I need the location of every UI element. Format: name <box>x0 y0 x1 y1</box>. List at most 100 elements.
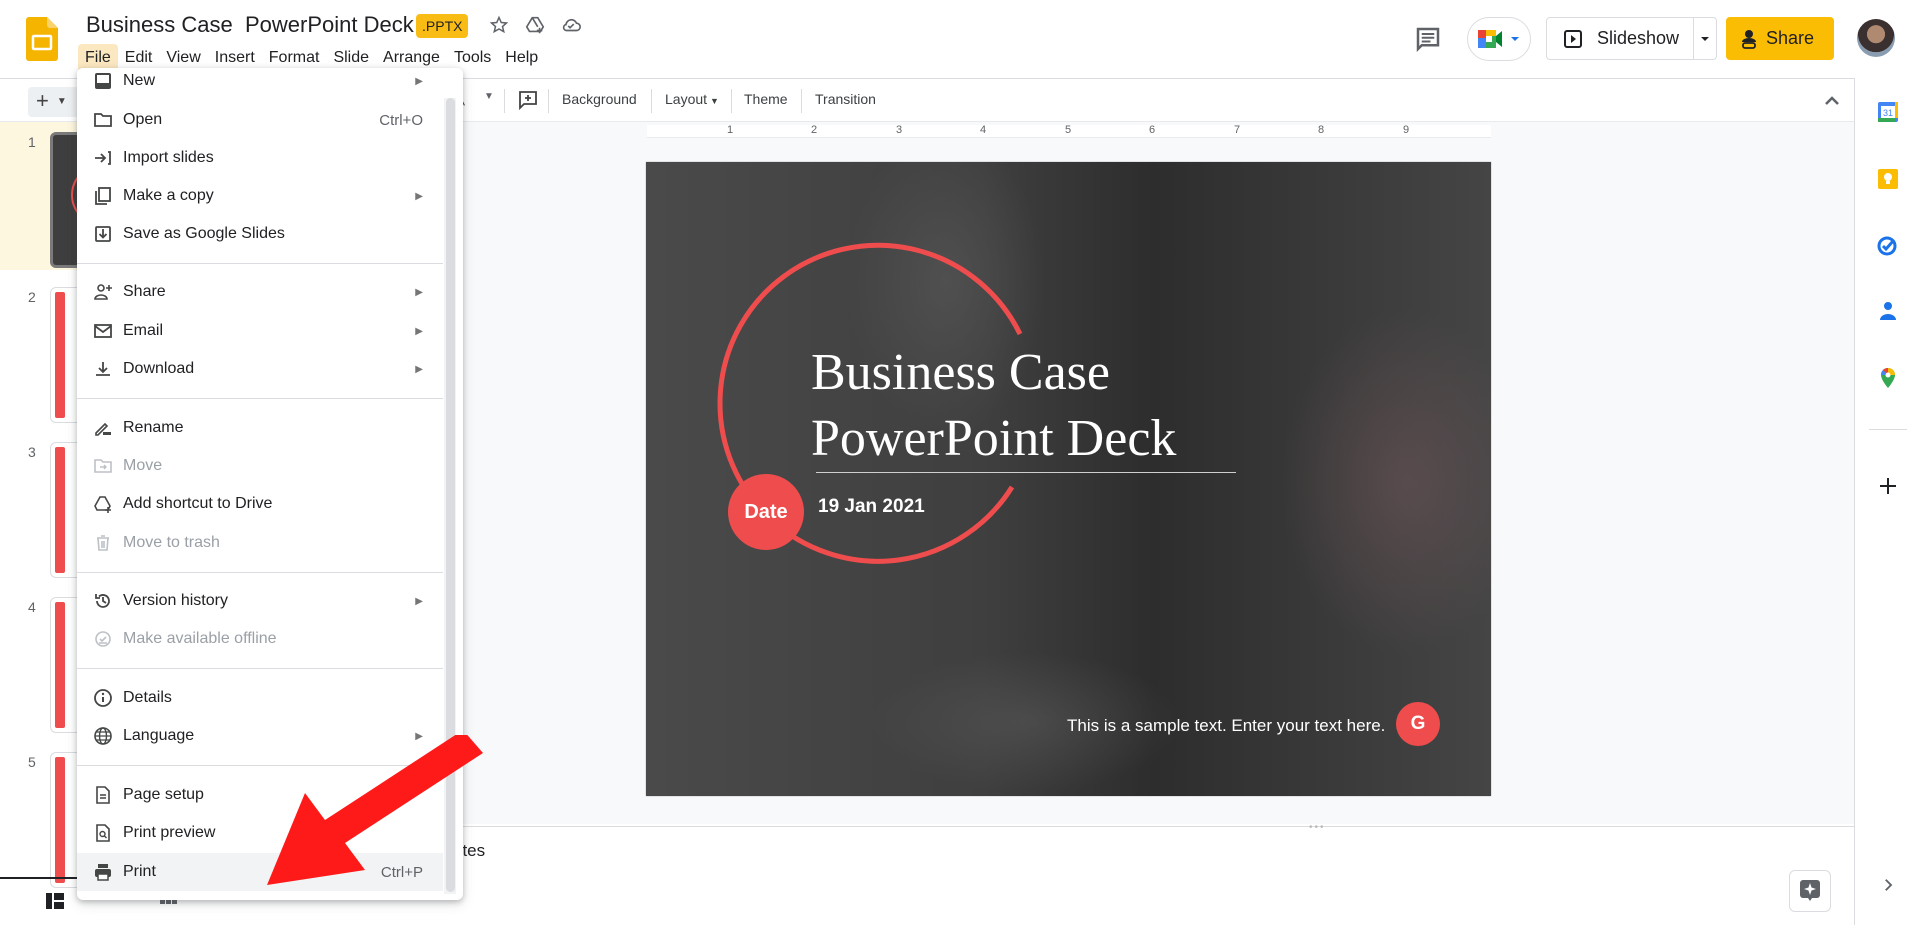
menu-item-save-as-google-slides[interactable]: Save as Google Slides <box>77 215 443 253</box>
chevron-up-icon[interactable] <box>1820 89 1844 113</box>
side-divider <box>1869 429 1907 430</box>
ruler-label: 5 <box>1065 124 1072 136</box>
keep-icon[interactable] <box>1876 167 1900 191</box>
chevron-right-icon[interactable] <box>1879 876 1897 894</box>
add-comment-icon[interactable] <box>517 89 539 111</box>
menu-item-rename[interactable]: Rename <box>77 409 443 447</box>
slideshow-button[interactable]: Slideshow <box>1546 17 1694 60</box>
document-title[interactable]: Business Case PowerPoint Deck <box>86 12 414 38</box>
menu-item-download[interactable]: Download ▶ <box>77 350 443 388</box>
copy-icon <box>95 187 111 205</box>
menu-item-label: Print preview <box>123 824 216 841</box>
maps-icon[interactable] <box>1876 366 1900 390</box>
menu-item-new[interactable]: New ▶ <box>77 68 443 100</box>
menu-item-add-shortcut-to-drive[interactable]: Add shortcut to Drive <box>77 485 443 523</box>
menu-item-version-history[interactable]: Version history ▶ <box>77 582 443 620</box>
menu-item-label: Make a copy <box>123 187 214 204</box>
menu-item-label: Page setup <box>123 786 204 803</box>
date-text[interactable]: 19 Jan 2021 <box>818 496 925 518</box>
resize-handle[interactable]: ••• <box>1309 822 1326 833</box>
star-icon[interactable] <box>487 13 511 37</box>
menu-item-email[interactable]: Email ▶ <box>77 312 443 350</box>
menu-item-label: Download <box>123 360 195 377</box>
menu-item-make-available-offline: Make available offline <box>77 620 443 658</box>
ruler-label: 7 <box>1234 124 1241 136</box>
menu-item-import-slides[interactable]: Import slides <box>77 139 443 177</box>
slides-logo-icon[interactable] <box>26 17 58 61</box>
chevron-down-icon <box>1700 36 1709 41</box>
menu-item-label: Print <box>123 863 156 880</box>
menu-item-label: Import slides <box>123 149 214 166</box>
layout-label: Layout <box>665 91 708 107</box>
move-folder-icon <box>94 459 112 473</box>
move-to-drive-icon[interactable] <box>523 13 547 37</box>
printer-icon <box>95 864 111 881</box>
ruler-label: 8 <box>1318 124 1325 136</box>
transition-button[interactable]: Transition <box>815 91 876 107</box>
menu-divider <box>77 398 443 399</box>
slideshow-label: Slideshow <box>1597 28 1680 48</box>
chevron-down-icon[interactable]: ▼ <box>484 91 494 102</box>
folder-icon <box>94 113 112 127</box>
svg-text:31: 31 <box>1883 108 1893 118</box>
slide-canvas[interactable]: Business Case PowerPoint Deck Date 19 Ja… <box>646 162 1491 796</box>
slide-number: 2 <box>28 289 36 305</box>
toolbar-divider <box>801 89 802 113</box>
menu-divider <box>77 668 443 669</box>
tasks-icon[interactable] <box>1876 233 1900 257</box>
menu-item-label: Move <box>123 457 163 474</box>
ruler-label: 4 <box>980 124 987 136</box>
slide-number: 5 <box>28 754 36 770</box>
contacts-icon[interactable] <box>1876 299 1900 323</box>
shortcut-label: Ctrl+O <box>379 111 423 129</box>
comments-icon[interactable] <box>1413 24 1443 54</box>
menu-item-label: Details <box>123 689 172 706</box>
add-icon[interactable] <box>1876 474 1900 498</box>
menu-item-details[interactable]: Details <box>77 679 443 717</box>
menu-item-label: Email <box>123 322 164 339</box>
speaker-notes[interactable]: ••• otes <box>263 822 1854 925</box>
date-badge[interactable]: Date <box>728 474 804 550</box>
ruler-label: 3 <box>896 124 903 136</box>
menu-item-open[interactable]: Open Ctrl+O <box>77 101 443 139</box>
app-header: Business Case PowerPoint Deck .PPTX File… <box>0 0 1920 78</box>
menu-item-label: Rename <box>123 419 184 436</box>
background-button[interactable]: Background <box>562 91 637 107</box>
theme-button[interactable]: Theme <box>744 91 788 107</box>
save-as-icon <box>95 226 111 242</box>
cloud-saved-icon[interactable] <box>559 13 583 37</box>
slide-number: 1 <box>28 134 36 150</box>
logo-badge[interactable]: G <box>1396 702 1440 746</box>
page-setup-icon <box>96 786 110 804</box>
user-avatar[interactable] <box>1857 19 1895 57</box>
new-slide-button[interactable]: + ▼ <box>28 87 80 117</box>
slide-number: 4 <box>28 599 36 615</box>
menu-item-label: Version history <box>123 592 228 609</box>
menu-help[interactable]: Help <box>498 44 545 72</box>
menu-item-make-a-copy[interactable]: Make a copy ▶ <box>77 177 443 215</box>
submenu-arrow-icon: ▶ <box>415 190 423 202</box>
meet-button[interactable] <box>1467 17 1531 61</box>
submenu-arrow-icon: ▶ <box>415 595 423 607</box>
menu-item-label: Language <box>123 727 195 744</box>
offline-icon <box>95 631 111 647</box>
toolbar-divider <box>504 89 505 113</box>
email-icon <box>94 324 112 338</box>
info-icon <box>94 689 112 707</box>
share-button[interactable]: Share <box>1726 17 1834 60</box>
layout-button[interactable]: Layout ▼ <box>665 91 719 107</box>
assistant-button[interactable] <box>1789 870 1831 912</box>
chevron-down-icon <box>1511 37 1519 41</box>
ruler-label: 2 <box>811 124 818 136</box>
sample-text[interactable]: This is a sample text. Enter your text h… <box>1067 716 1385 736</box>
print-preview-icon <box>96 824 110 842</box>
calendar-icon[interactable]: 31 <box>1876 100 1900 124</box>
slideshow-dropdown[interactable] <box>1693 17 1717 60</box>
ruler-label: 6 <box>1149 124 1156 136</box>
menu-divider <box>77 263 443 264</box>
slide-title[interactable]: Business Case PowerPoint Deck <box>811 340 1176 472</box>
filmstrip-view-icon[interactable] <box>46 893 64 909</box>
menu-item-share[interactable]: Share ▶ <box>77 273 443 311</box>
side-panel: 31 <box>1854 78 1920 925</box>
menu-item-label: Move to trash <box>123 534 220 551</box>
